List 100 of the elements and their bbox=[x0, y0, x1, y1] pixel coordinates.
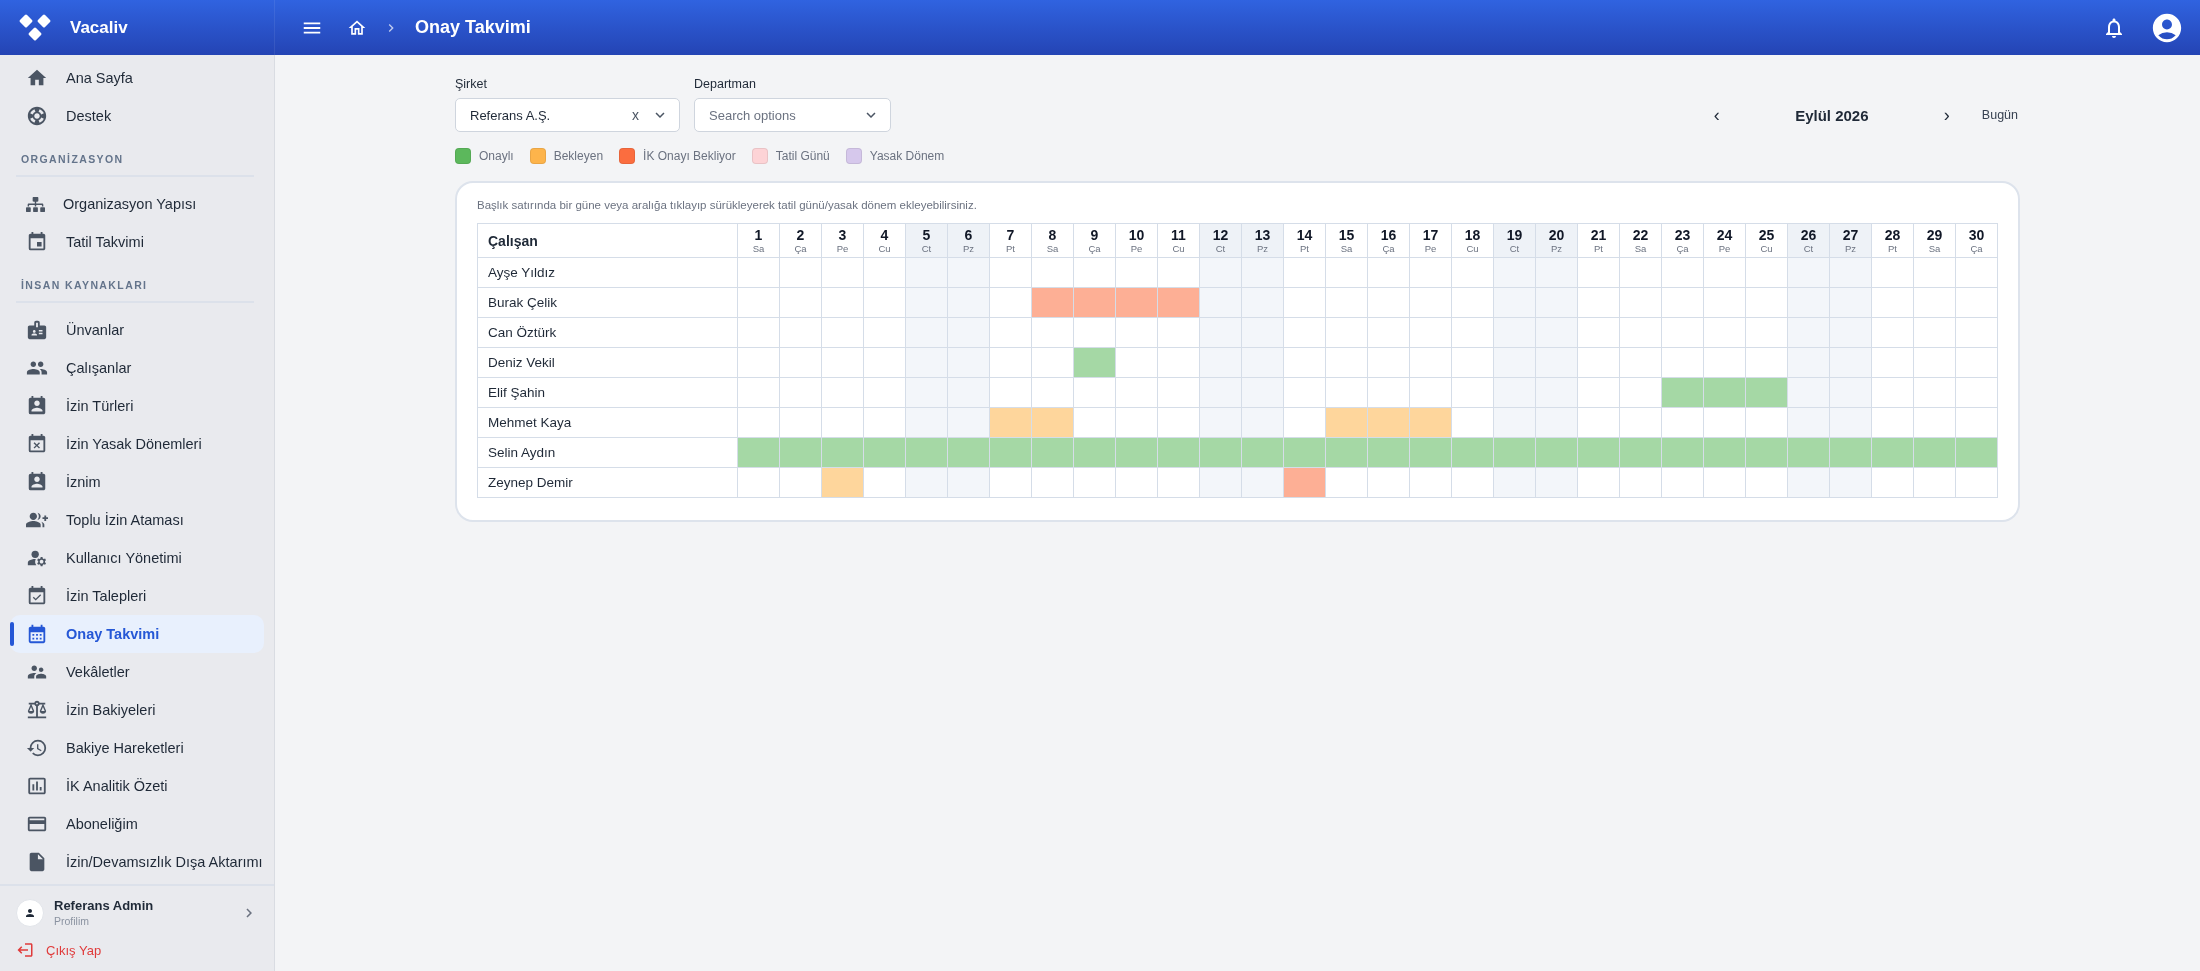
sidebar-item[interactable]: Toplu İzin Ataması bbox=[10, 501, 264, 539]
day-header[interactable]: 14 Pt bbox=[1283, 223, 1326, 258]
weekday-label: Ça bbox=[1087, 242, 1102, 255]
day-header[interactable]: 13 Pz bbox=[1241, 223, 1284, 258]
user-subtitle: Profilim bbox=[54, 915, 90, 927]
day-header[interactable]: 5 Ct bbox=[905, 223, 948, 258]
weekday-label: Pz bbox=[961, 242, 976, 255]
day-header[interactable]: 16 Ça bbox=[1367, 223, 1410, 258]
calendar-person-icon bbox=[26, 471, 48, 493]
day-header[interactable]: 21 Pt bbox=[1577, 223, 1620, 258]
sidebar-item[interactable]: İzin Bakiyeleri bbox=[10, 691, 264, 729]
sitemap-icon bbox=[26, 194, 45, 214]
employee-name: Deniz Vekil bbox=[477, 347, 738, 378]
day-number: 4 bbox=[879, 226, 890, 243]
day-header[interactable]: 27 Pz bbox=[1829, 223, 1872, 258]
day-header[interactable]: 10 Pe bbox=[1115, 223, 1158, 258]
page-title: Onay Takvimi bbox=[415, 17, 531, 38]
day-number: 5 bbox=[921, 226, 932, 243]
history-icon bbox=[26, 737, 48, 759]
day-number: 12 bbox=[1211, 226, 1230, 243]
day-header[interactable]: 6 Pz bbox=[947, 223, 990, 258]
day-header[interactable]: 1 Sa bbox=[737, 223, 780, 258]
weekday-label: Ça bbox=[793, 242, 808, 255]
day-header[interactable]: 8 Sa bbox=[1031, 223, 1074, 258]
sidebar-item[interactable]: İzin Talepleri bbox=[10, 577, 264, 615]
weekday-label: Cu bbox=[1465, 242, 1480, 255]
day-number: 17 bbox=[1421, 226, 1440, 243]
employee-name: Can Öztürk bbox=[477, 317, 738, 348]
sidebar-item[interactable]: İznim bbox=[10, 463, 264, 501]
legend-label: İK Onayı Bekliyor bbox=[643, 149, 736, 163]
day-header[interactable]: 12 Ct bbox=[1199, 223, 1242, 258]
day-header[interactable]: 3 Pe bbox=[821, 223, 864, 258]
sidebar-item[interactable]: Vekâletler bbox=[10, 653, 264, 691]
sidebar-item[interactable]: Kullanıcı Yönetimi bbox=[10, 539, 264, 577]
day-number: 13 bbox=[1253, 226, 1272, 243]
day-header[interactable]: 9 Ça bbox=[1073, 223, 1116, 258]
day-header[interactable]: 7 Pt bbox=[989, 223, 1032, 258]
logout-link[interactable]: Çıkış Yap bbox=[16, 941, 258, 959]
day-header[interactable]: 23 Ça bbox=[1661, 223, 1704, 258]
day-number: 10 bbox=[1127, 226, 1146, 243]
legend-label: Yasak Dönem bbox=[869, 149, 945, 163]
department-select[interactable]: Search options bbox=[694, 98, 891, 132]
day-header[interactable]: 28 Pt bbox=[1871, 223, 1914, 258]
sidebar-item[interactable]: Onay Takvimi bbox=[10, 615, 264, 653]
company-select[interactable]: Referans A.Ş. x bbox=[455, 98, 680, 132]
sidebar-item[interactable]: İzin/Devamsızlık Dışa Aktarımı bbox=[10, 843, 264, 881]
sidebar-item[interactable]: Destek bbox=[10, 97, 264, 135]
day-header[interactable]: 30 Ça bbox=[1955, 223, 1998, 258]
weekday-label: Sa bbox=[1927, 242, 1942, 255]
sidebar-item[interactable]: Ana Sayfa bbox=[10, 59, 264, 97]
weekday-label: Cu bbox=[877, 242, 892, 255]
day-header[interactable]: 2 Ça bbox=[779, 223, 822, 258]
weekday-label: Pz bbox=[1843, 242, 1858, 255]
weekday-label: Pt bbox=[1005, 242, 1016, 255]
next-month-button[interactable]: › bbox=[1931, 103, 1962, 127]
sidebar-item[interactable]: Ünvanlar bbox=[10, 311, 264, 349]
hint-text: Başlık satırında bir güne veya aralığa tıklayıp sürükleyerek tatil günü/yasak dönem ekleyebilirsiniz. bbox=[477, 199, 978, 211]
sidebar-item[interactable]: Organizasyon Yapısı bbox=[10, 185, 264, 223]
employee-name: Burak Çelik bbox=[477, 287, 738, 318]
today-button[interactable]: Bugün bbox=[1979, 104, 2020, 126]
user-name: Referans Admin bbox=[54, 898, 155, 913]
sidebar-item[interactable]: Aboneliğim bbox=[10, 805, 264, 843]
weekday-label: Sa bbox=[1045, 242, 1060, 255]
sidebar-item[interactable]: İzin Türleri bbox=[10, 387, 264, 425]
day-header[interactable]: 17 Pe bbox=[1409, 223, 1452, 258]
day-header[interactable]: 11 Cu bbox=[1157, 223, 1200, 258]
day-header[interactable]: 19 Ct bbox=[1493, 223, 1536, 258]
day-header[interactable]: 18 Cu bbox=[1451, 223, 1494, 258]
weekday-label: Pe bbox=[1129, 242, 1144, 255]
weekday-label: Ct bbox=[1214, 242, 1227, 255]
day-header[interactable]: 25 Cu bbox=[1745, 223, 1788, 258]
day-number: 29 bbox=[1925, 226, 1944, 243]
weekday-label: Ct bbox=[1802, 242, 1815, 255]
day-header[interactable]: 24 Pe bbox=[1703, 223, 1746, 258]
badge-icon bbox=[26, 319, 48, 341]
clear-button[interactable]: x bbox=[630, 107, 641, 123]
sidebar-item[interactable]: Çalışanlar bbox=[10, 349, 264, 387]
day-number: 7 bbox=[1005, 226, 1016, 243]
sidebar-item[interactable]: Bakiye Hareketleri bbox=[10, 729, 264, 767]
employee-name: Elif Şahin bbox=[477, 377, 738, 408]
profile-link[interactable]: Referans Admin Profilim bbox=[16, 898, 258, 927]
section-title: ORGANİZASYON bbox=[16, 135, 254, 177]
sidebar-item[interactable]: İK Analitik Özeti bbox=[10, 767, 264, 805]
day-header[interactable]: 26 Ct bbox=[1787, 223, 1830, 258]
sidebar-item[interactable]: Tatil Takvimi bbox=[10, 223, 264, 261]
logout-icon bbox=[16, 941, 34, 959]
day-number: 14 bbox=[1295, 226, 1314, 243]
day-header[interactable]: 29 Sa bbox=[1913, 223, 1956, 258]
weekday-label: Ça bbox=[1381, 242, 1396, 255]
day-header[interactable]: 4 Cu bbox=[863, 223, 906, 258]
calendar-icon bbox=[26, 623, 48, 645]
day-header[interactable]: 15 Sa bbox=[1325, 223, 1368, 258]
day-number: 15 bbox=[1337, 226, 1356, 243]
sidebar-item[interactable]: İzin Yasak Dönemleri bbox=[10, 425, 264, 463]
previous-month-button[interactable]: ‹ bbox=[1701, 103, 1732, 127]
day-header[interactable]: 20 Pz bbox=[1535, 223, 1578, 258]
weekday-label: Sa bbox=[1633, 242, 1648, 255]
day-number: 2 bbox=[795, 226, 806, 243]
day-header[interactable]: 22 Sa bbox=[1619, 223, 1662, 258]
employee-name: Selin Aydın bbox=[477, 437, 738, 468]
